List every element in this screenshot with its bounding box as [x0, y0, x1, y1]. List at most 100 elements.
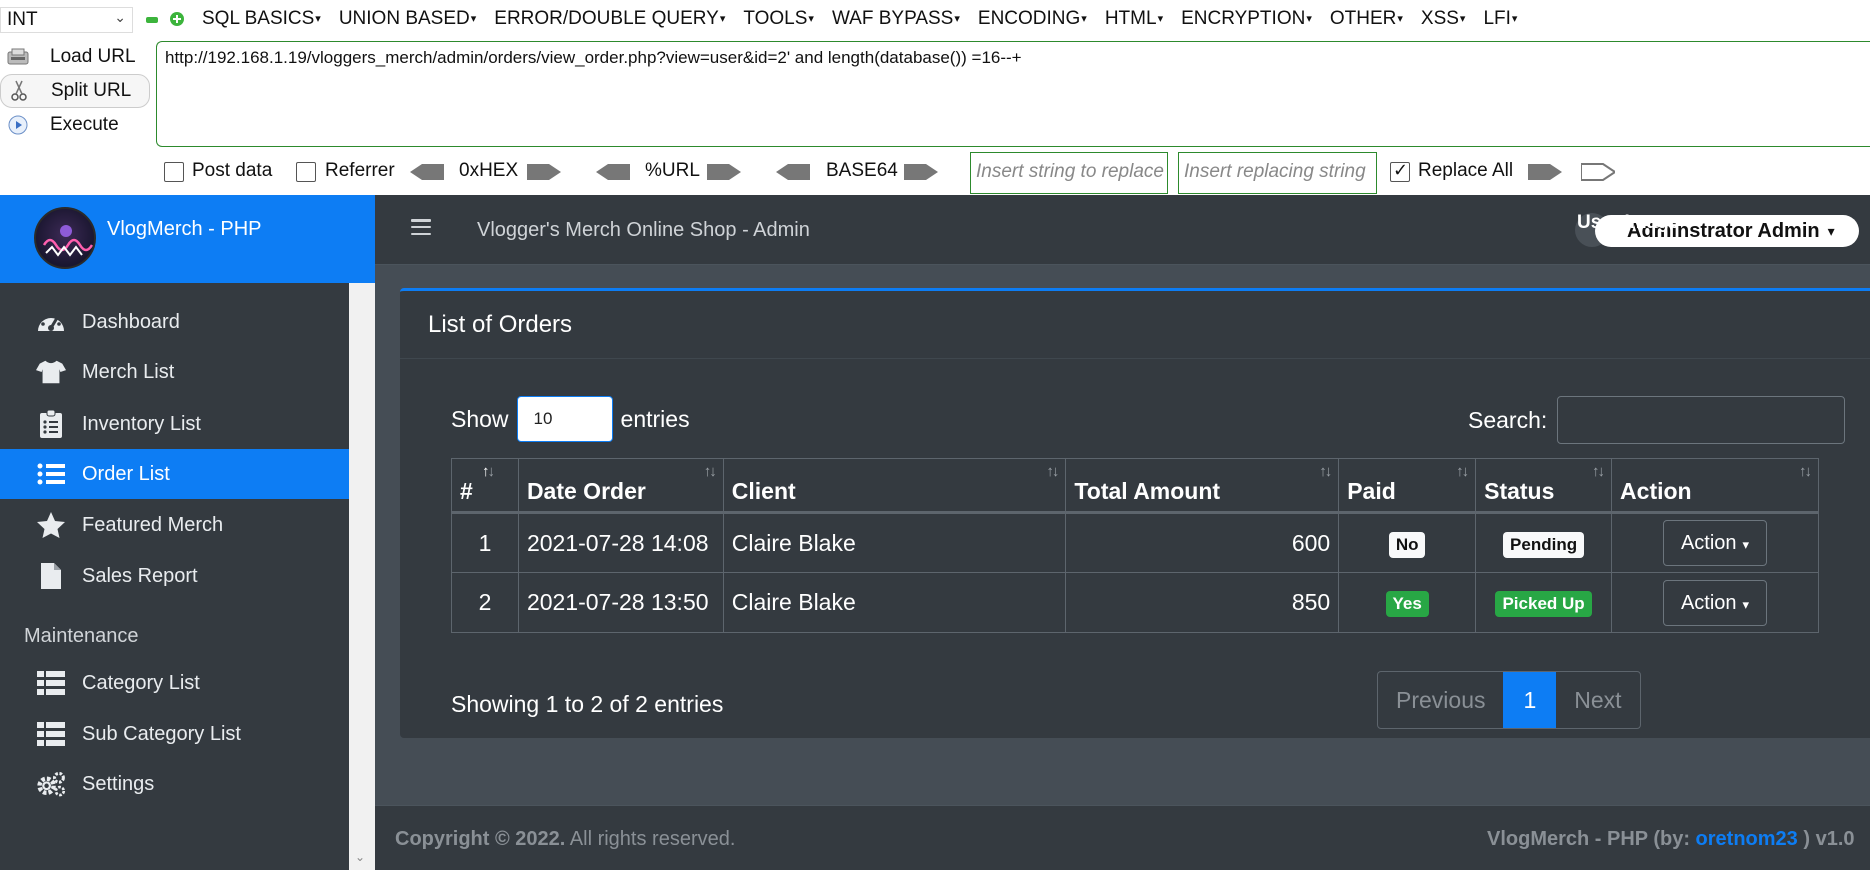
sidebar-item-label: Sales Report: [82, 564, 198, 587]
column-header-status[interactable]: Status ↑↓: [1475, 458, 1613, 514]
action-dropdown-button[interactable]: Action: [1663, 520, 1768, 566]
page-1-button[interactable]: 1: [1503, 672, 1557, 728]
sidebar-item-sub-category-list[interactable]: Sub Category List: [0, 709, 349, 759]
cell-paid: Yes: [1338, 572, 1477, 633]
tshirt-icon: [36, 357, 66, 387]
menu-other[interactable]: OTHER: [1330, 8, 1403, 30]
cell-action: Action: [1611, 572, 1819, 633]
content-wrapper: List of Orders Show 10 entries Search: #…: [375, 266, 1870, 826]
split-url-button[interactable]: Split URL: [0, 74, 150, 108]
column-header-client[interactable]: Client ↑↓: [722, 458, 1067, 514]
base64-encode-arrow-icon[interactable]: [776, 162, 810, 182]
copyright-rest: All rights reserved.: [565, 828, 736, 850]
sort-icon: ↑↓: [1046, 463, 1059, 480]
sidebar-item-featured-merch[interactable]: Featured Merch: [0, 500, 349, 550]
sidebar-item-dashboard[interactable]: Dashboard: [0, 297, 349, 347]
menu-encoding[interactable]: ENCODING: [978, 8, 1087, 30]
entries-label: entries: [620, 405, 690, 432]
scissors-icon: [7, 80, 31, 102]
navbar-title: Vlogger's Merch Online Shop - Admin: [477, 219, 810, 241]
sidebar-item-order-list[interactable]: Order List: [0, 449, 349, 499]
plus-icon[interactable]: [170, 12, 184, 26]
sidebar-item-inventory-list[interactable]: Inventory List: [0, 399, 349, 449]
menu-sql-basics[interactable]: SQL BASICS: [202, 8, 321, 30]
cell-total-amount: 600: [1065, 512, 1340, 573]
author-link[interactable]: oretnom23: [1696, 828, 1798, 850]
show-label: Show: [451, 405, 509, 432]
th-list-icon: [36, 719, 66, 749]
paid-badge: No: [1388, 531, 1426, 558]
replace-all-checkbox[interactable]: [1390, 160, 1410, 182]
sidebar-item-label: Featured Merch: [82, 513, 224, 536]
previous-page-button[interactable]: Previous: [1378, 672, 1503, 728]
column-header-date-order[interactable]: Date Order ↑↓: [517, 458, 724, 514]
sort-icon: ↑↓: [1319, 463, 1332, 480]
execute-button[interactable]: Execute: [0, 108, 150, 142]
split-url-label: Split URL: [51, 80, 132, 101]
hackbar-toolbar: INT ⌄ SQL BASICS UNION BASED ERROR/DOUBL…: [0, 0, 1870, 40]
column-header-action[interactable]: Action ↑↓: [1611, 458, 1819, 514]
table-row: 1 2021-07-28 14:08 Claire Blake 600 No P…: [451, 512, 1819, 573]
menu-union-based[interactable]: UNION BASED: [339, 8, 476, 30]
entries-length: Show 10 entries: [451, 396, 690, 442]
menu-tools[interactable]: TOOLS: [743, 8, 814, 30]
replace-string-input[interactable]: Insert string to replace: [970, 152, 1168, 194]
menu-lfi[interactable]: LFI: [1483, 8, 1517, 30]
menu-html[interactable]: HTML: [1105, 8, 1163, 30]
url-textarea[interactable]: http://192.168.1.19/vloggers_merch/admin…: [156, 41, 1870, 147]
referrer-checkbox[interactable]: [296, 162, 316, 182]
sidebar: Dashboard Merch List Inventory List Orde…: [0, 283, 375, 870]
menu-xss[interactable]: XSS: [1421, 8, 1466, 30]
menu-encryption[interactable]: ENCRYPTION: [1181, 8, 1312, 30]
minus-icon[interactable]: [146, 17, 158, 23]
star-icon: [36, 510, 66, 540]
injection-type-select[interactable]: INT ⌄: [0, 7, 133, 33]
hex-label: 0xHEX: [459, 160, 519, 181]
load-url-button[interactable]: Load URL: [0, 40, 150, 74]
search-input[interactable]: [1557, 396, 1846, 444]
base64-decode-arrow-icon[interactable]: [904, 162, 938, 182]
user-image-alt-text: User Image: [1577, 212, 1680, 233]
sidebar-item-settings[interactable]: Settings: [0, 759, 349, 809]
hamburger-menu-icon[interactable]: [411, 219, 431, 235]
replace-execute-arrow-icon[interactable]: [1581, 162, 1615, 182]
column-header-number[interactable]: # ↑↓: [451, 458, 519, 514]
th-list-icon: [36, 668, 66, 698]
menu-waf-bypass[interactable]: WAF BYPASS: [832, 8, 960, 30]
urlenc-label: %URL: [645, 160, 700, 181]
injection-type-value: INT: [7, 9, 38, 30]
action-dropdown-button[interactable]: Action: [1663, 579, 1768, 626]
post-data-checkbox[interactable]: [164, 162, 184, 182]
menu-error-double-query[interactable]: ERROR/DOUBLE QUERY: [494, 8, 725, 30]
scroll-down-icon[interactable]: ⌄: [355, 850, 365, 864]
table-row: 2 2021-07-28 13:50 Claire Blake 850 Yes …: [451, 572, 1819, 633]
cell-client: Claire Blake: [722, 512, 1067, 573]
table-info: Showing 1 to 2 of 2 entries: [451, 691, 724, 717]
hex-decode-arrow-icon[interactable]: [527, 162, 561, 182]
post-data-label: Post data: [192, 160, 273, 181]
sidebar-item-label: Order List: [82, 462, 170, 485]
credit-text: VlogMerch - PHP (by:: [1487, 828, 1696, 850]
entries-select[interactable]: 10: [516, 396, 613, 442]
column-header-total-amount[interactable]: Total Amount ↑↓: [1065, 458, 1340, 514]
sidebar-item-merch-list[interactable]: Merch List: [0, 347, 349, 397]
replace-arrow-icon[interactable]: [1528, 162, 1562, 182]
brand-link[interactable]: VlogMerch - PHP: [0, 195, 375, 283]
sidebar-item-category-list[interactable]: Category List: [0, 658, 349, 708]
sidebar-item-label: Dashboard: [82, 310, 180, 333]
copyright-bold: Copyright © 2022.: [395, 828, 566, 850]
sidebar-scrollbar[interactable]: ⌄: [349, 283, 375, 870]
hex-encode-arrow-icon[interactable]: [410, 162, 444, 182]
next-page-button[interactable]: Next: [1556, 672, 1639, 728]
top-navbar: Vlogger's Merch Online Shop - Admin Admi…: [375, 195, 1870, 265]
cogs-icon: [36, 769, 66, 799]
url-decode-arrow-icon[interactable]: [707, 162, 741, 182]
replacing-string-input[interactable]: Insert replacing string: [1178, 152, 1377, 194]
column-header-paid[interactable]: Paid ↑↓: [1338, 458, 1477, 514]
hackbar-actions: Load URL Split URL Execute: [0, 40, 152, 150]
sidebar-item-sales-report[interactable]: Sales Report: [0, 551, 349, 601]
brand-logo: [34, 207, 96, 269]
cell-date-order: 2021-07-28 13:50: [517, 572, 724, 633]
hackbar-options: Post data Referrer 0xHEX %URL BASE64 Ins…: [0, 150, 1870, 194]
url-encode-arrow-icon[interactable]: [596, 162, 630, 182]
